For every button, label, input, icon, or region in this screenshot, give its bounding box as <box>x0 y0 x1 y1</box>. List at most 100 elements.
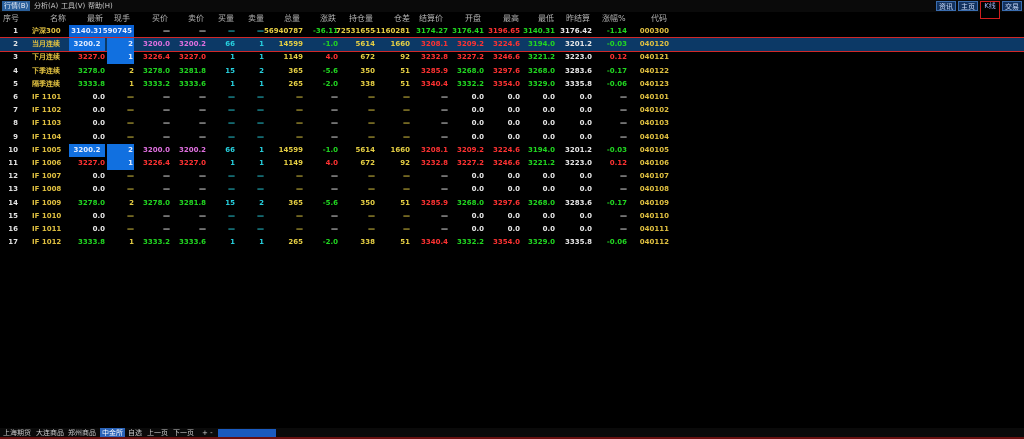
cell-oi: — <box>368 225 375 233</box>
cell-vol: 590745 <box>100 25 134 38</box>
menu-tools[interactable]: 工具(V) <box>61 1 85 11</box>
col-last[interactable]: 最新 <box>87 13 103 24</box>
cell-bidq: 1 <box>230 159 235 167</box>
cell-ask: 3281.8 <box>178 66 206 75</box>
table-row[interactable]: 6 IF 1101 0.0 — — — — — — — — — — 0.0 0.0 0.0 0.0 — 040101 <box>0 91 1024 104</box>
table-row[interactable]: 8 IF 1103 0.0 — — — — — — — — — — 0.0 0.0 0.0 0.0 — 040103 <box>0 117 1024 130</box>
cell-askq: — <box>257 185 264 194</box>
table-row[interactable]: 11 IF 1006 3227.0 1 3226.4 3227.0 1 1 1149 4.0 672… <box>0 157 1024 170</box>
cell-last: 0.0 <box>92 132 105 141</box>
cell-last: 0.0 <box>92 172 105 181</box>
table-row[interactable]: 13 IF 1008 0.0 — — — — — — — — — — 0.0 0.0 0.0 0.0 — 04010… <box>0 183 1024 196</box>
cell-bid: 3226.4 <box>142 159 170 167</box>
cell-total: 265 <box>288 79 303 88</box>
col-prev-settle[interactable]: 昨结算 <box>566 13 590 24</box>
cell-bidq: — <box>228 93 235 101</box>
cell-name: 沪深300 <box>32 27 61 35</box>
cell-last: 3278.0 <box>77 66 105 75</box>
col-settle[interactable]: 结算价 <box>419 13 443 24</box>
table-row[interactable]: 16 IF 1011 0.0 — — — — — — — — — — 0.0 0.0 0.0 0.0 — 04011… <box>0 223 1024 236</box>
cell-open: 0.0 <box>471 119 484 128</box>
home-button[interactable]: 主页 <box>958 1 978 11</box>
col-ask-qty[interactable]: 卖量 <box>248 13 264 24</box>
col-vol[interactable]: 现手 <box>114 13 130 24</box>
col-index[interactable]: 序号 <box>3 13 19 24</box>
menu-market[interactable]: 行情(B) <box>2 1 31 11</box>
col-total[interactable]: 总量 <box>284 13 300 24</box>
horizontal-scrollbar[interactable] <box>218 429 276 437</box>
cell-bidq: 66 <box>225 40 235 49</box>
table-row[interactable]: 10 IF 1005 3200.2 2 3200.0 3200.2 66 1 14599 -1.0… <box>0 143 1024 157</box>
table-row[interactable]: 17 IF 1012 3333.8 1 3333.2 3333.6 1 1 265 -2.0 338… <box>0 236 1024 249</box>
col-open[interactable]: 开盘 <box>465 13 481 24</box>
table-row[interactable]: 1 沪深300 3140.31 590745— — — —56940787 -36.11 725… <box>0 25 1024 38</box>
cell-oi: 5614 <box>355 145 375 154</box>
col-code[interactable]: 代码 <box>651 13 667 24</box>
cell-ask: — <box>199 225 206 233</box>
cell-idx: 11 <box>8 159 18 167</box>
cell-settle: 3340.4 <box>420 79 448 88</box>
cell-last: 3227.0 <box>77 159 105 167</box>
cell-bid: 3200.0 <box>142 40 170 49</box>
table-row[interactable]: 12 IF 1007 0.0 — — — — — — — — — — 0.0 0.0 0.0 0.0 — 04010… <box>0 170 1024 183</box>
cell-total: — <box>296 132 303 141</box>
cell-high: 3196.65 <box>488 27 520 35</box>
cell-code: 040109 <box>639 198 669 207</box>
cell-name: IF 1008 <box>32 185 62 194</box>
table-row[interactable]: 9 IF 1104 0.0 — — — — — — — — — — 0.0 0.0 0.0 0.0 — 040104 <box>0 131 1024 144</box>
cell-prev: 0.0 <box>579 106 592 115</box>
col-pct[interactable]: 涨幅% <box>602 13 626 24</box>
table-row[interactable]: 15 IF 1010 0.0 — — — — — — — — — — 0.0 0.0 0.0 0.0 — 04011… <box>0 210 1024 223</box>
col-low[interactable]: 最低 <box>538 13 554 24</box>
col-name[interactable]: 名称 <box>50 13 66 24</box>
col-change[interactable]: 涨跌 <box>320 13 336 24</box>
news-button[interactable]: 资讯 <box>936 1 956 11</box>
cell-bid: 3333.2 <box>142 238 170 247</box>
cell-chg: — <box>331 93 338 101</box>
trade-button[interactable]: 交易 <box>1002 1 1022 11</box>
cell-high: 0.0 <box>507 93 520 101</box>
table-row[interactable]: 5 隔季连续 3333.8 1 3333.2 3333.6 1 1 265 -2.0 338 51 33… <box>0 78 1024 91</box>
col-ask[interactable]: 卖价 <box>188 13 204 24</box>
table-row[interactable]: 7 IF 1102 0.0 — — — — — — — — — — 0.0 0.0 0.0 0.0 — 040102 <box>0 104 1024 117</box>
cell-askq: 1 <box>259 53 264 62</box>
cell-settle: — <box>441 119 448 128</box>
cell-code: 040106 <box>639 159 669 167</box>
cell-ask: 3200.2 <box>178 40 206 49</box>
cell-askq: — <box>257 27 264 35</box>
cell-name: IF 1012 <box>32 238 62 247</box>
cell-last: 3333.8 <box>77 238 105 247</box>
col-high[interactable]: 最高 <box>503 13 519 24</box>
cell-oichg: — <box>403 119 410 128</box>
table-row[interactable]: 3 下月连续 3227.0 1 3226.4 3227.0 1 1 1149 4.0 672 92 32… <box>0 51 1024 65</box>
cell-oichg: 51 <box>400 79 410 88</box>
cell-prev: 3201.2 <box>564 145 592 154</box>
cell-ask: — <box>199 106 206 115</box>
col-oi-change[interactable]: 仓差 <box>394 13 410 24</box>
cell-high: 0.0 <box>507 119 520 128</box>
cell-open: 3332.2 <box>456 238 484 247</box>
cell-chg: — <box>331 172 338 181</box>
cell-total: 14599 <box>278 145 303 154</box>
cell-askq: — <box>257 225 264 233</box>
cell-bidq: 15 <box>225 66 235 75</box>
cell-code: 040108 <box>639 185 669 194</box>
cell-oichg: — <box>403 106 410 115</box>
cell-bid: — <box>163 106 170 115</box>
col-bid[interactable]: 买价 <box>152 13 168 24</box>
cell-name: 隔季连续 <box>32 79 60 88</box>
col-open-interest[interactable]: 持仓量 <box>349 13 373 24</box>
col-bid-qty[interactable]: 买量 <box>218 13 234 24</box>
cell-high: 3224.6 <box>492 40 520 49</box>
cell-low: 3268.0 <box>527 198 555 207</box>
cell-open: 0.0 <box>471 172 484 181</box>
table-row[interactable]: 4 下季连续 3278.0 2 3278.0 3281.8 15 2 365 -5.6 350 51 3… <box>0 65 1024 78</box>
table-row[interactable]: 2 当月连续 3200.2 2 3200.0 3200.2 66 1 14599 -1.0 5614… <box>0 37 1024 53</box>
cell-oi: — <box>368 119 375 128</box>
cell-high: 0.0 <box>507 106 520 115</box>
cell-code: 040120 <box>639 40 669 49</box>
cell-askq: 2 <box>259 66 264 75</box>
table-row[interactable]: 14 IF 1009 3278.0 2 3278.0 3281.8 15 2 365 -5.6 35… <box>0 197 1024 210</box>
menu-analysis[interactable]: 分析(A) <box>34 1 58 11</box>
menu-help[interactable]: 帮助(H) <box>88 1 113 11</box>
